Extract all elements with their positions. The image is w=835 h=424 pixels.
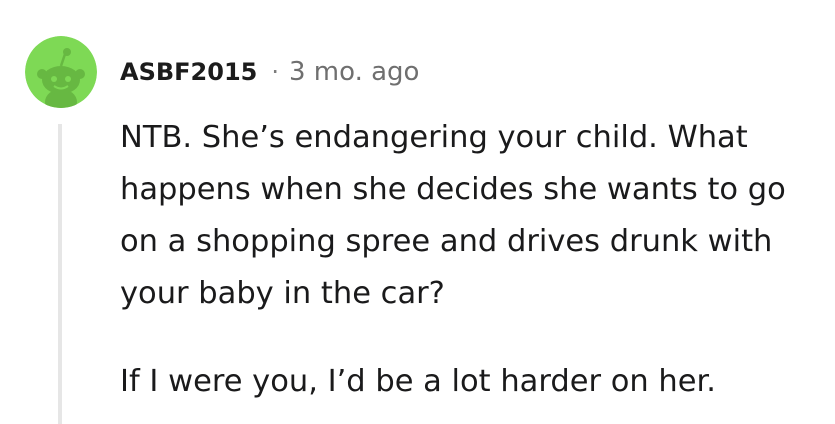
comment-paragraph: NTB. She’s endangering your child. What … (120, 120, 786, 311)
comment-timestamp[interactable]: 3 mo. ago (289, 57, 419, 87)
user-avatar[interactable] (25, 36, 97, 108)
comment-body: NTB. She’s endangering your child. What … (120, 112, 810, 408)
username-link[interactable]: ASBF2015 (120, 58, 257, 86)
comment: ASBF2015 · 3 mo. ago NTB. She’s endanger… (0, 0, 835, 424)
comment-paragraph: If I were you, I’d be a lot harder on he… (120, 364, 716, 399)
thread-collapse-line[interactable] (58, 124, 62, 424)
snoo-avatar-icon (25, 36, 97, 108)
meta-separator: · (271, 58, 279, 86)
comment-meta: ASBF2015 · 3 mo. ago (120, 54, 419, 90)
